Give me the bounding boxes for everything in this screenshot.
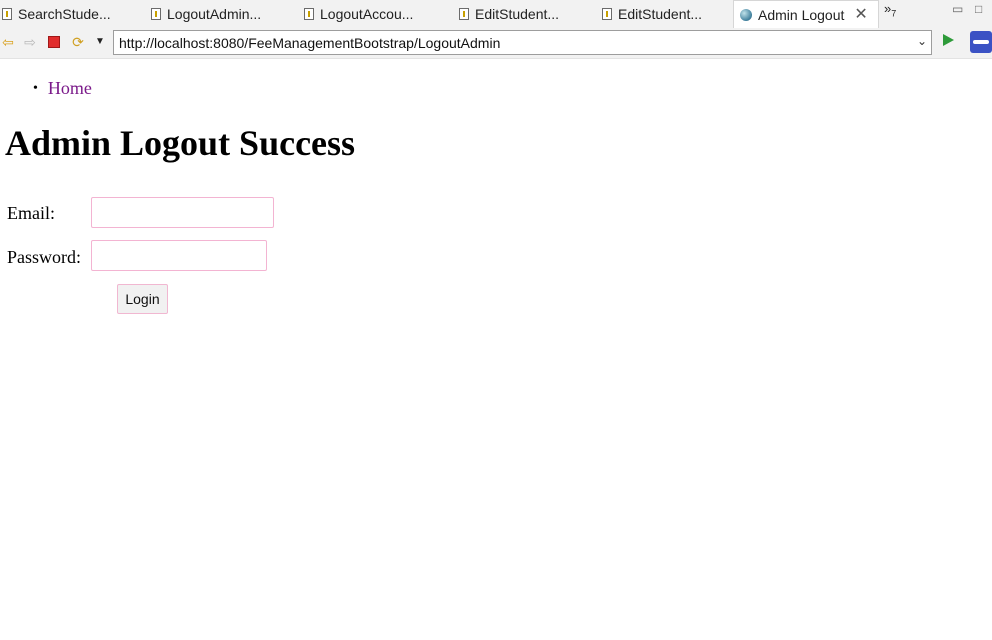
address-bar[interactable]: ⌄ <box>113 30 932 55</box>
dropdown-icon[interactable]: ▼ <box>92 34 108 50</box>
tab-logout-accountant[interactable]: LogoutAccou... <box>304 0 444 27</box>
tab-edit-student-1[interactable]: EditStudent... <box>459 0 589 27</box>
email-field[interactable] <box>91 197 274 228</box>
minimize-icon[interactable]: ▭ <box>952 2 963 16</box>
tab-overflow-count: 7 <box>891 8 897 19</box>
tab-label: SearchStude... <box>18 5 111 22</box>
close-icon[interactable]: ✕ <box>854 6 867 23</box>
tab-overflow-button[interactable]: »7 <box>884 1 896 19</box>
file-icon <box>2 7 12 20</box>
chevron-down-icon[interactable]: ⌄ <box>917 34 927 48</box>
bullet-icon: • <box>33 80 38 96</box>
tab-search-student[interactable]: SearchStude... <box>2 0 142 27</box>
refresh-icon[interactable]: ⟳ <box>70 34 86 50</box>
email-label: Email: <box>7 203 55 223</box>
tab-edit-student-2[interactable]: EditStudent... <box>602 0 727 27</box>
back-arrow-icon[interactable]: ⇦ <box>0 34 16 50</box>
page-content: • Home Admin Logout Success Email: Passw… <box>0 58 992 640</box>
tab-admin-logout[interactable]: Admin Logout ✕ <box>733 0 879 28</box>
eclipse-icon[interactable] <box>970 31 992 53</box>
tab-label: EditStudent... <box>475 5 560 22</box>
globe-icon <box>740 8 752 21</box>
password-field[interactable] <box>91 240 267 271</box>
page-title: Admin Logout Success <box>5 123 356 163</box>
password-label: Password: <box>7 247 82 267</box>
tab-bar: SearchStude... LogoutAdmin... LogoutAcco… <box>0 0 992 28</box>
tab-label: LogoutAccou... <box>320 5 414 22</box>
login-button[interactable]: Login <box>117 284 168 314</box>
nav-list: • Home <box>33 78 92 99</box>
home-link[interactable]: Home <box>48 78 92 99</box>
tab-label: LogoutAdmin... <box>167 5 262 22</box>
file-icon <box>459 7 469 20</box>
tab-label: Admin Logout <box>758 6 845 23</box>
file-icon <box>602 7 612 20</box>
tab-logout-admin-jsp[interactable]: LogoutAdmin... <box>151 0 291 27</box>
file-icon <box>304 7 314 20</box>
forward-arrow-icon[interactable]: ⇨ <box>22 34 38 50</box>
maximize-icon[interactable]: □ <box>975 2 982 16</box>
url-input[interactable] <box>114 31 909 54</box>
file-icon <box>151 7 161 20</box>
tab-label: EditStudent... <box>618 5 703 22</box>
browser-toolbar: ⇦ ⇨ ⟳ ▼ ⌄ <box>0 28 992 59</box>
stop-icon[interactable] <box>46 34 62 50</box>
go-icon[interactable] <box>943 34 954 46</box>
